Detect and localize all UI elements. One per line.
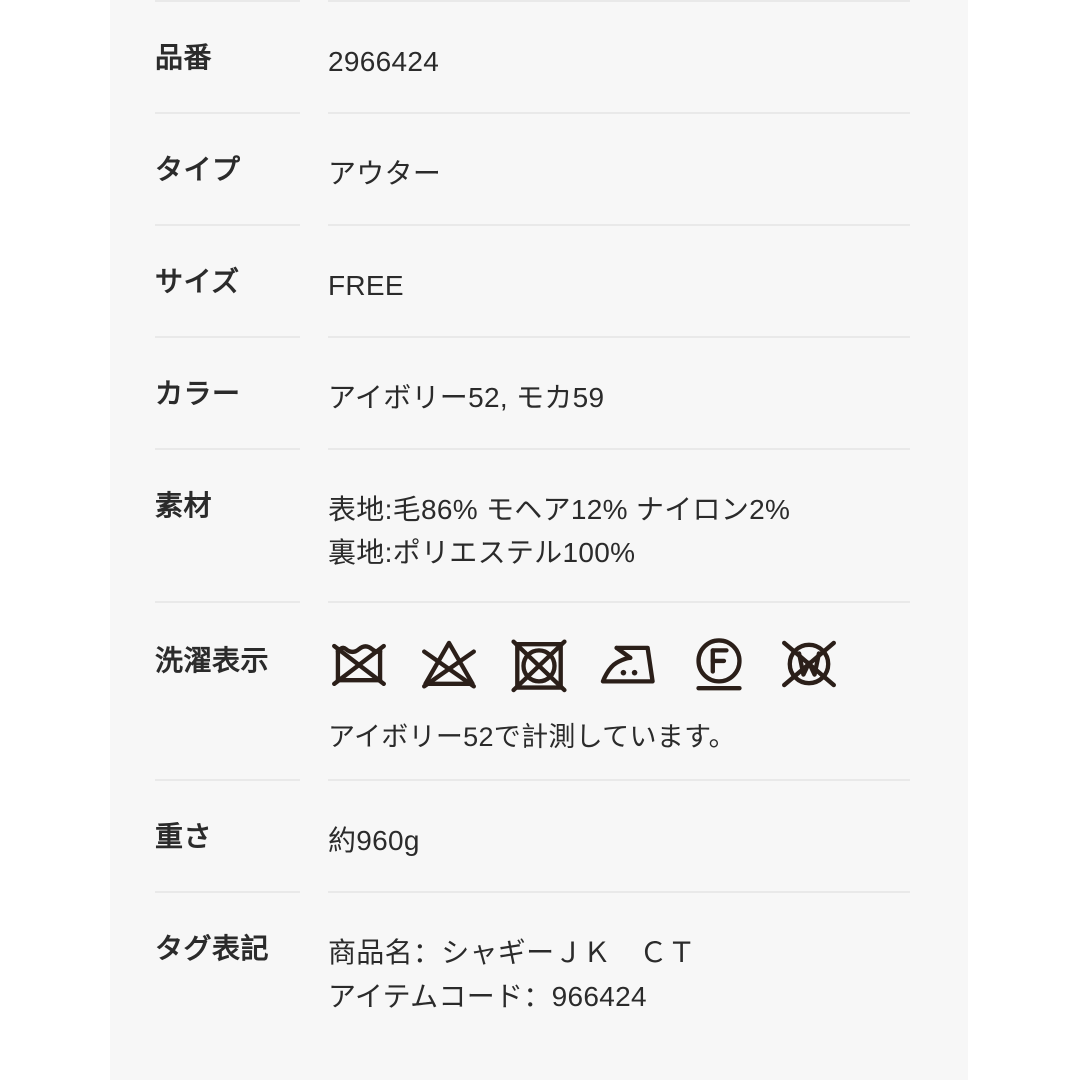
spec-label-cell: カラー xyxy=(110,336,320,448)
do-not-wet-clean-icon xyxy=(782,640,836,688)
spec-label-cell: 洗濯表示 xyxy=(110,600,320,780)
table-row: 素材 表地:毛86% モヘア12% ナイロン2% 裏地:ポリエステル100% xyxy=(110,448,968,601)
spec-value: アイボリー52, モカ59 xyxy=(328,376,910,419)
spec-label-cell: タイプ xyxy=(110,112,320,224)
spec-label: 素材 xyxy=(155,490,213,521)
spec-value: 2966424 xyxy=(328,40,910,83)
spec-label-cell: タグ表記 xyxy=(110,891,320,1028)
dry-clean-petroleum-gentle-icon xyxy=(696,638,742,691)
spec-value: アウター xyxy=(328,152,910,195)
spec-value-line: 2966424 xyxy=(328,46,440,77)
spec-value-cell: 約960g xyxy=(320,779,968,891)
spec-label: 品番 xyxy=(155,42,213,73)
table-row: カラー アイボリー52, モカ59 xyxy=(110,336,968,448)
spec-panel: 品番 2966424 タイプ アウター サイズ FREE カラー アイボリー52… xyxy=(110,0,968,1080)
spec-value-cell: 商品名：シャギーＪＫ ＣＴ アイテムコード：966424 xyxy=(320,891,968,1028)
product-spec-page: 品番 2966424 タイプ アウター サイズ FREE カラー アイボリー52… xyxy=(0,0,1080,1080)
spec-value-cell: 2966424 xyxy=(320,0,968,112)
spec-label: サイズ xyxy=(155,266,240,297)
spec-label: タイプ xyxy=(155,154,241,185)
spec-value-line: 裏地:ポリエステル100% xyxy=(328,537,636,569)
table-row: 品番 2966424 xyxy=(110,0,968,112)
spec-value-cell: 表地:毛86% モヘア12% ナイロン2% 裏地:ポリエステル100% xyxy=(320,448,968,601)
spec-value-cell: アウター xyxy=(320,112,968,224)
spec-value-cell: FREE xyxy=(320,224,968,336)
do-not-bleach-icon xyxy=(422,640,476,689)
spec-label-cell: サイズ xyxy=(110,224,320,336)
table-row: サイズ FREE xyxy=(110,224,968,336)
do-not-wash-icon xyxy=(332,643,386,686)
care-symbol-list xyxy=(328,633,910,695)
table-row: 重さ 約960g xyxy=(110,779,968,891)
spec-value-line: アイテムコード：966424 xyxy=(328,980,647,1012)
spec-value: 商品名：シャギーＪＫ ＣＴ アイテムコード：966424 xyxy=(328,931,910,1018)
spec-label-cell: 素材 xyxy=(110,448,320,601)
spec-value-line: アイボリー52, モカ59 xyxy=(328,382,605,413)
care-instructions-row: 洗濯表示 アイボリー52で計測しています。 xyxy=(110,600,968,780)
spec-label: 重さ xyxy=(155,821,213,853)
spec-value-line: 表地:毛86% モヘア12% ナイロン2% xyxy=(328,494,791,525)
spec-label-cell: 重さ xyxy=(110,779,320,891)
spec-value-line: 約960g xyxy=(328,825,420,857)
spec-value-line: アウター xyxy=(328,158,442,189)
care-measurement-note: アイボリー52で計測しています。 xyxy=(328,721,736,752)
table-row: タグ表記 商品名：シャギーＪＫ ＣＴ アイテムコード：966424 xyxy=(110,891,968,1028)
spec-label-cell: 品番 xyxy=(110,0,320,112)
spec-label: タグ表記 xyxy=(155,933,270,965)
spec-value: 表地:毛86% モヘア12% ナイロン2% 裏地:ポリエステル100% xyxy=(328,488,910,575)
spec-table: 品番 2966424 タイプ アウター サイズ FREE カラー アイボリー52… xyxy=(110,0,968,1028)
spec-value: FREE xyxy=(328,264,910,307)
table-row: タイプ アウター xyxy=(110,112,968,224)
spec-label: カラー xyxy=(155,378,241,409)
do-not-tumble-dry-icon xyxy=(511,639,567,692)
spec-value-cell: アイボリー52で計測しています。 xyxy=(320,600,968,780)
spec-value-line: 商品名：シャギーＪＫ ＣＴ xyxy=(328,937,696,969)
spec-value: 約960g xyxy=(328,819,910,862)
spec-label: 洗濯表示 xyxy=(155,644,270,676)
iron-medium-heat-icon xyxy=(600,645,655,684)
spec-value-line: FREE xyxy=(328,270,404,301)
spec-value-cell: アイボリー52, モカ59 xyxy=(320,336,968,448)
